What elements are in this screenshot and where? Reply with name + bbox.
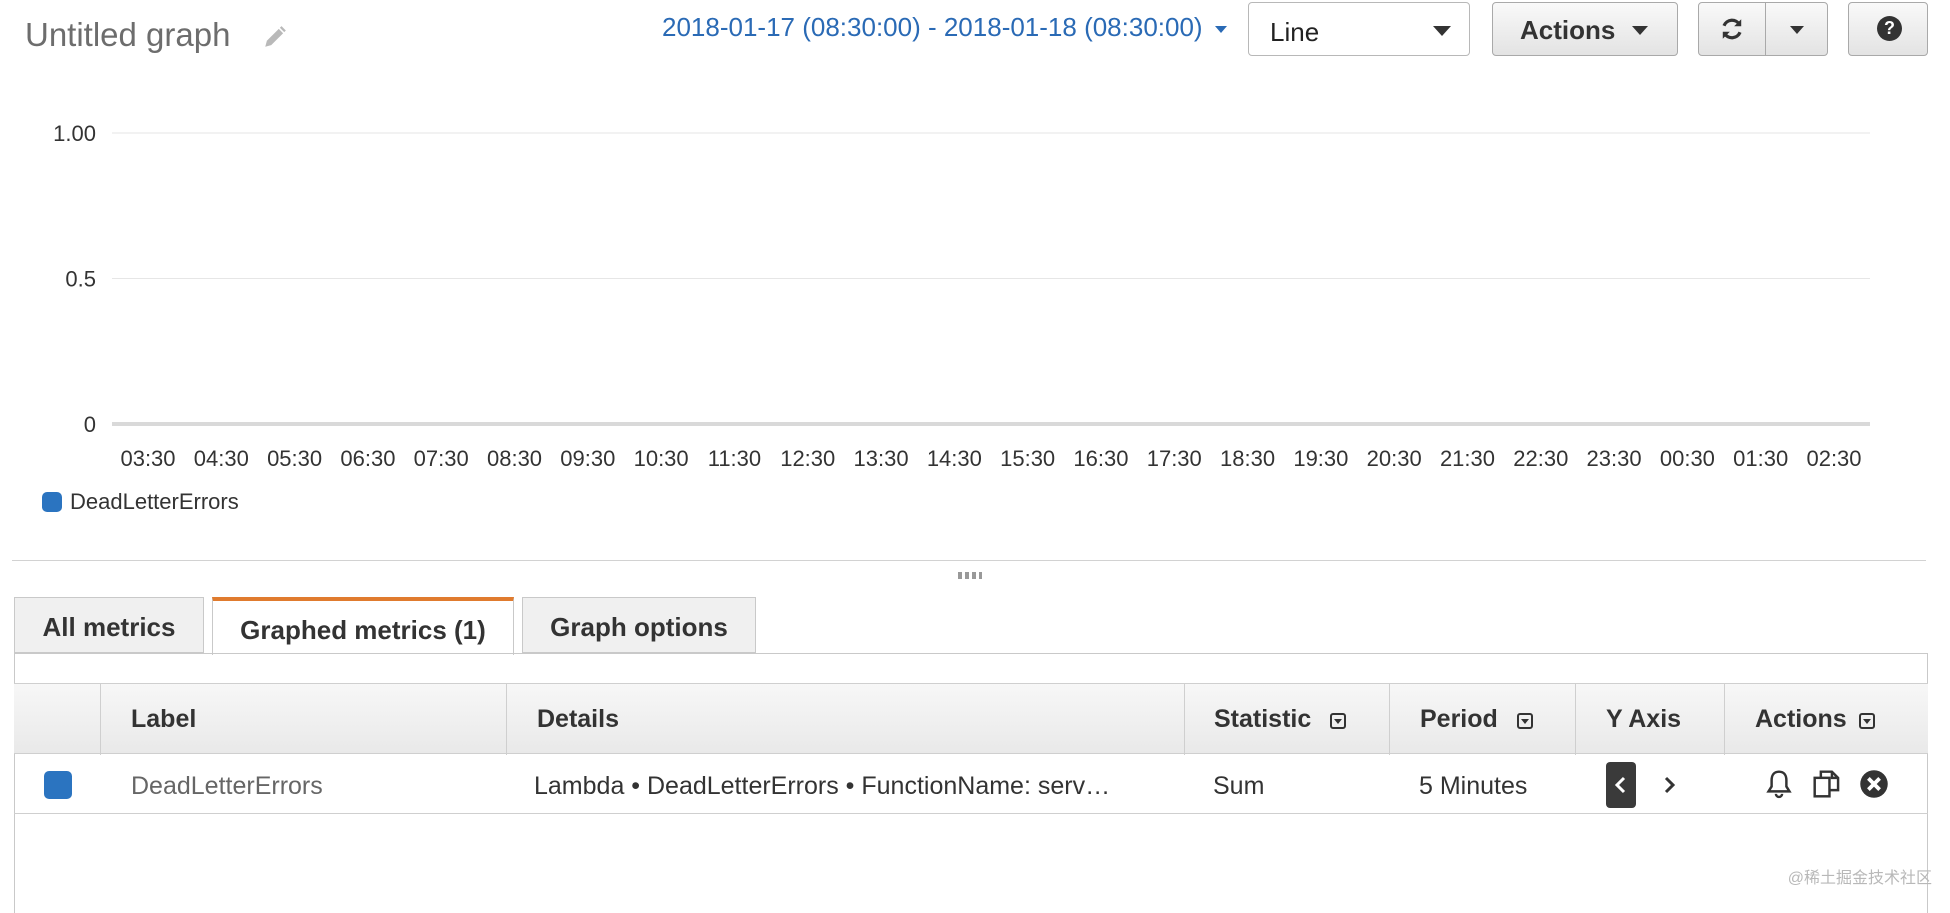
table-row: DeadLetterErrors Lambda • DeadLetterErro… [14, 754, 1928, 814]
x-tick-label: 10:30 [634, 446, 689, 471]
y-tick-label: 0.5 [65, 267, 96, 292]
x-tick-label: 07:30 [414, 446, 469, 471]
x-tick-label: 17:30 [1147, 446, 1202, 471]
x-tick-label: 15:30 [1000, 446, 1055, 471]
column-header-text: Label [131, 705, 197, 733]
date-range-selector[interactable]: 2018-01-17 (08:30:00) - 2018-01-18 (08:3… [662, 12, 1227, 43]
y-axis-right-button[interactable] [1654, 762, 1684, 808]
column-header-label[interactable]: Label [101, 684, 507, 755]
help-icon: ? [1877, 16, 1902, 41]
column-header-actions[interactable]: Actions [1725, 684, 1928, 755]
tab-graph-options[interactable]: Graph options [522, 597, 756, 653]
y-tick-label: 1.00 [53, 121, 96, 146]
dropdown-icon[interactable] [1517, 713, 1533, 729]
x-tick-label: 16:30 [1073, 446, 1128, 471]
column-header-text: Actions [1755, 705, 1847, 733]
column-header-y-axis: Y Axis [1576, 684, 1725, 755]
refresh-icon [1722, 18, 1742, 40]
chevron-left-icon [1614, 776, 1626, 794]
actions-button-label: Actions [1520, 15, 1616, 45]
column-header-text: Details [537, 705, 619, 733]
graph-type-select[interactable]: Line [1248, 2, 1470, 56]
column-header-period[interactable]: Period [1390, 684, 1576, 755]
tab-label: Graphed metrics (1) [240, 615, 486, 645]
x-tick-label: 08:30 [487, 446, 542, 471]
watermark: @稀土掘金技术社区 [1787, 870, 1932, 887]
chevron-right-icon [1664, 776, 1676, 794]
refresh-button[interactable] [1698, 2, 1766, 56]
resize-handle[interactable] [958, 572, 982, 579]
metric-statistic[interactable]: Sum [1213, 772, 1264, 801]
y-tick-label: 0 [84, 412, 96, 437]
x-tick-label: 02:30 [1806, 446, 1861, 471]
x-tick-label: 14:30 [927, 446, 982, 471]
x-tick-label: 11:30 [708, 446, 761, 471]
x-tick-label: 01:30 [1733, 446, 1788, 471]
x-tick-label: 12:30 [780, 446, 835, 471]
help-button[interactable]: ? [1848, 2, 1928, 56]
pencil-icon[interactable] [262, 24, 288, 50]
column-header-color [14, 684, 101, 755]
column-header-text: Y Axis [1606, 705, 1682, 733]
metrics-table-header: Label Details Statistic Period Y Axis Ac… [14, 683, 1928, 755]
graph-type-value: Line [1270, 17, 1320, 47]
tab-graphed-metrics[interactable]: Graphed metrics (1) [212, 597, 514, 655]
column-header-statistic[interactable]: Statistic [1185, 684, 1390, 755]
bell-icon[interactable] [1764, 768, 1794, 800]
chevron-down-icon [1790, 26, 1804, 34]
copy-icon[interactable] [1811, 768, 1843, 800]
refresh-options-button[interactable] [1765, 2, 1828, 56]
tab-label: All metrics [42, 612, 176, 642]
actions-button[interactable]: Actions [1492, 2, 1678, 56]
x-tick-label: 21:30 [1440, 446, 1495, 471]
date-range-label: 2018-01-17 (08:30:00) - 2018-01-18 (08:3… [662, 12, 1203, 42]
tab-all-metrics[interactable]: All metrics [14, 597, 204, 653]
x-tick-label: 13:30 [854, 446, 909, 471]
x-tick-label: 19:30 [1293, 446, 1348, 471]
x-tick-label: 23:30 [1587, 446, 1642, 471]
dropdown-icon[interactable] [1330, 713, 1346, 729]
chevron-down-icon [1632, 26, 1648, 35]
x-tick-label: 18:30 [1220, 446, 1275, 471]
x-tick-label: 03:30 [120, 446, 175, 471]
legend-swatch [42, 492, 62, 512]
graph-title[interactable]: Untitled graph [25, 16, 230, 54]
metric-label[interactable]: DeadLetterErrors [131, 772, 323, 801]
x-tick-label: 00:30 [1660, 446, 1715, 471]
panel-divider [12, 560, 1926, 561]
x-tick-label: 20:30 [1367, 446, 1422, 471]
column-header-text: Statistic [1214, 705, 1312, 733]
y-axis-left-button[interactable] [1606, 762, 1636, 808]
graph-header: Untitled graph 2018-01-17 (08:30:00) - 2… [0, 0, 1950, 80]
series-color-swatch[interactable] [44, 771, 72, 799]
line-chart: 1.00 0.5 0 03:30 04:30 05:30 06:30 07:30 08:30 09… [53, 121, 1870, 471]
chevron-down-icon [1214, 25, 1227, 33]
x-tick-label: 06:30 [340, 446, 395, 471]
metric-period[interactable]: 5 Minutes [1419, 772, 1527, 801]
column-header-text: Period [1420, 705, 1498, 733]
column-header-details[interactable]: Details [507, 684, 1185, 755]
legend-label: DeadLetterErrors [70, 489, 239, 514]
tab-label: Graph options [550, 612, 728, 642]
x-tick-label: 09:30 [560, 446, 615, 471]
chevron-down-icon [1433, 26, 1451, 36]
dropdown-icon[interactable] [1859, 713, 1875, 729]
x-tick-label: 05:30 [267, 446, 322, 471]
x-tick-label: 22:30 [1513, 446, 1568, 471]
x-tick-label: 04:30 [194, 446, 249, 471]
metric-details: Lambda • DeadLetterErrors • FunctionName… [534, 772, 1111, 800]
close-circle-icon[interactable] [1859, 769, 1889, 799]
